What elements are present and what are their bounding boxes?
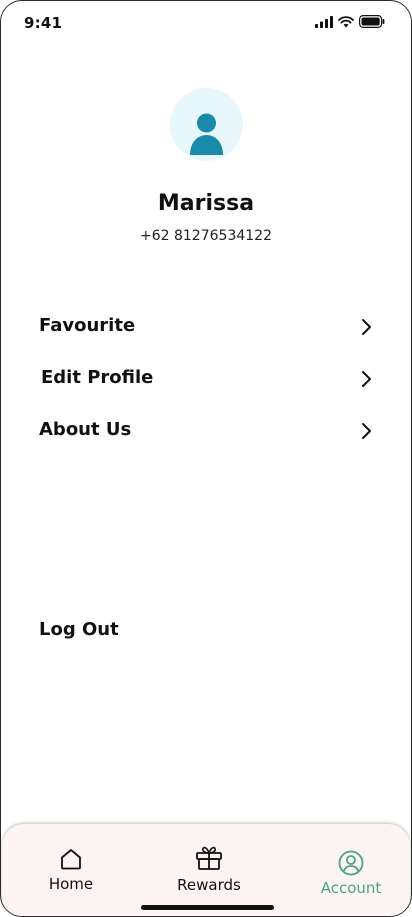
menu-item-label: Favourite — [39, 315, 136, 336]
profile-phone: +62 81276534122 — [140, 228, 272, 244]
chevron-right-icon — [362, 371, 371, 387]
wifi-icon — [338, 15, 354, 27]
menu-item-label: Edit Profile — [41, 367, 154, 388]
tab-rewards[interactable]: Rewards — [154, 824, 264, 904]
tab-label: Home — [48, 875, 94, 893]
status-bar: 9:41 — [1, 1, 411, 45]
logout-button[interactable]: Log Out — [39, 619, 119, 640]
tab-label: Rewards — [177, 876, 241, 894]
battery-icon — [359, 15, 385, 28]
gift-icon — [196, 846, 222, 870]
bottom-tab-bar: Home Rewards Account — [2, 824, 410, 916]
cellular-signal-icon — [315, 15, 333, 28]
phone-frame: 9:41 Marissa +62 81276534122 Favourite E… — [0, 0, 412, 917]
user-icon — [190, 113, 223, 155]
home-indicator — [141, 905, 274, 910]
menu-item-about-us[interactable]: About Us — [1, 411, 411, 451]
tab-home[interactable]: Home — [16, 824, 126, 904]
tab-label: Account — [320, 879, 382, 897]
chevron-right-icon — [362, 423, 371, 439]
tab-account[interactable]: Account — [296, 824, 406, 904]
account-icon — [338, 850, 364, 876]
chevron-right-icon — [362, 319, 371, 335]
status-time: 9:41 — [24, 14, 63, 32]
home-icon — [61, 849, 81, 870]
menu-item-label: About Us — [39, 419, 132, 440]
menu-item-favourite[interactable]: Favourite — [1, 307, 411, 347]
menu-item-edit-profile[interactable]: Edit Profile — [1, 359, 411, 399]
avatar — [170, 88, 243, 161]
profile-name: Marissa — [157, 191, 255, 216]
status-icons — [315, 15, 385, 28]
